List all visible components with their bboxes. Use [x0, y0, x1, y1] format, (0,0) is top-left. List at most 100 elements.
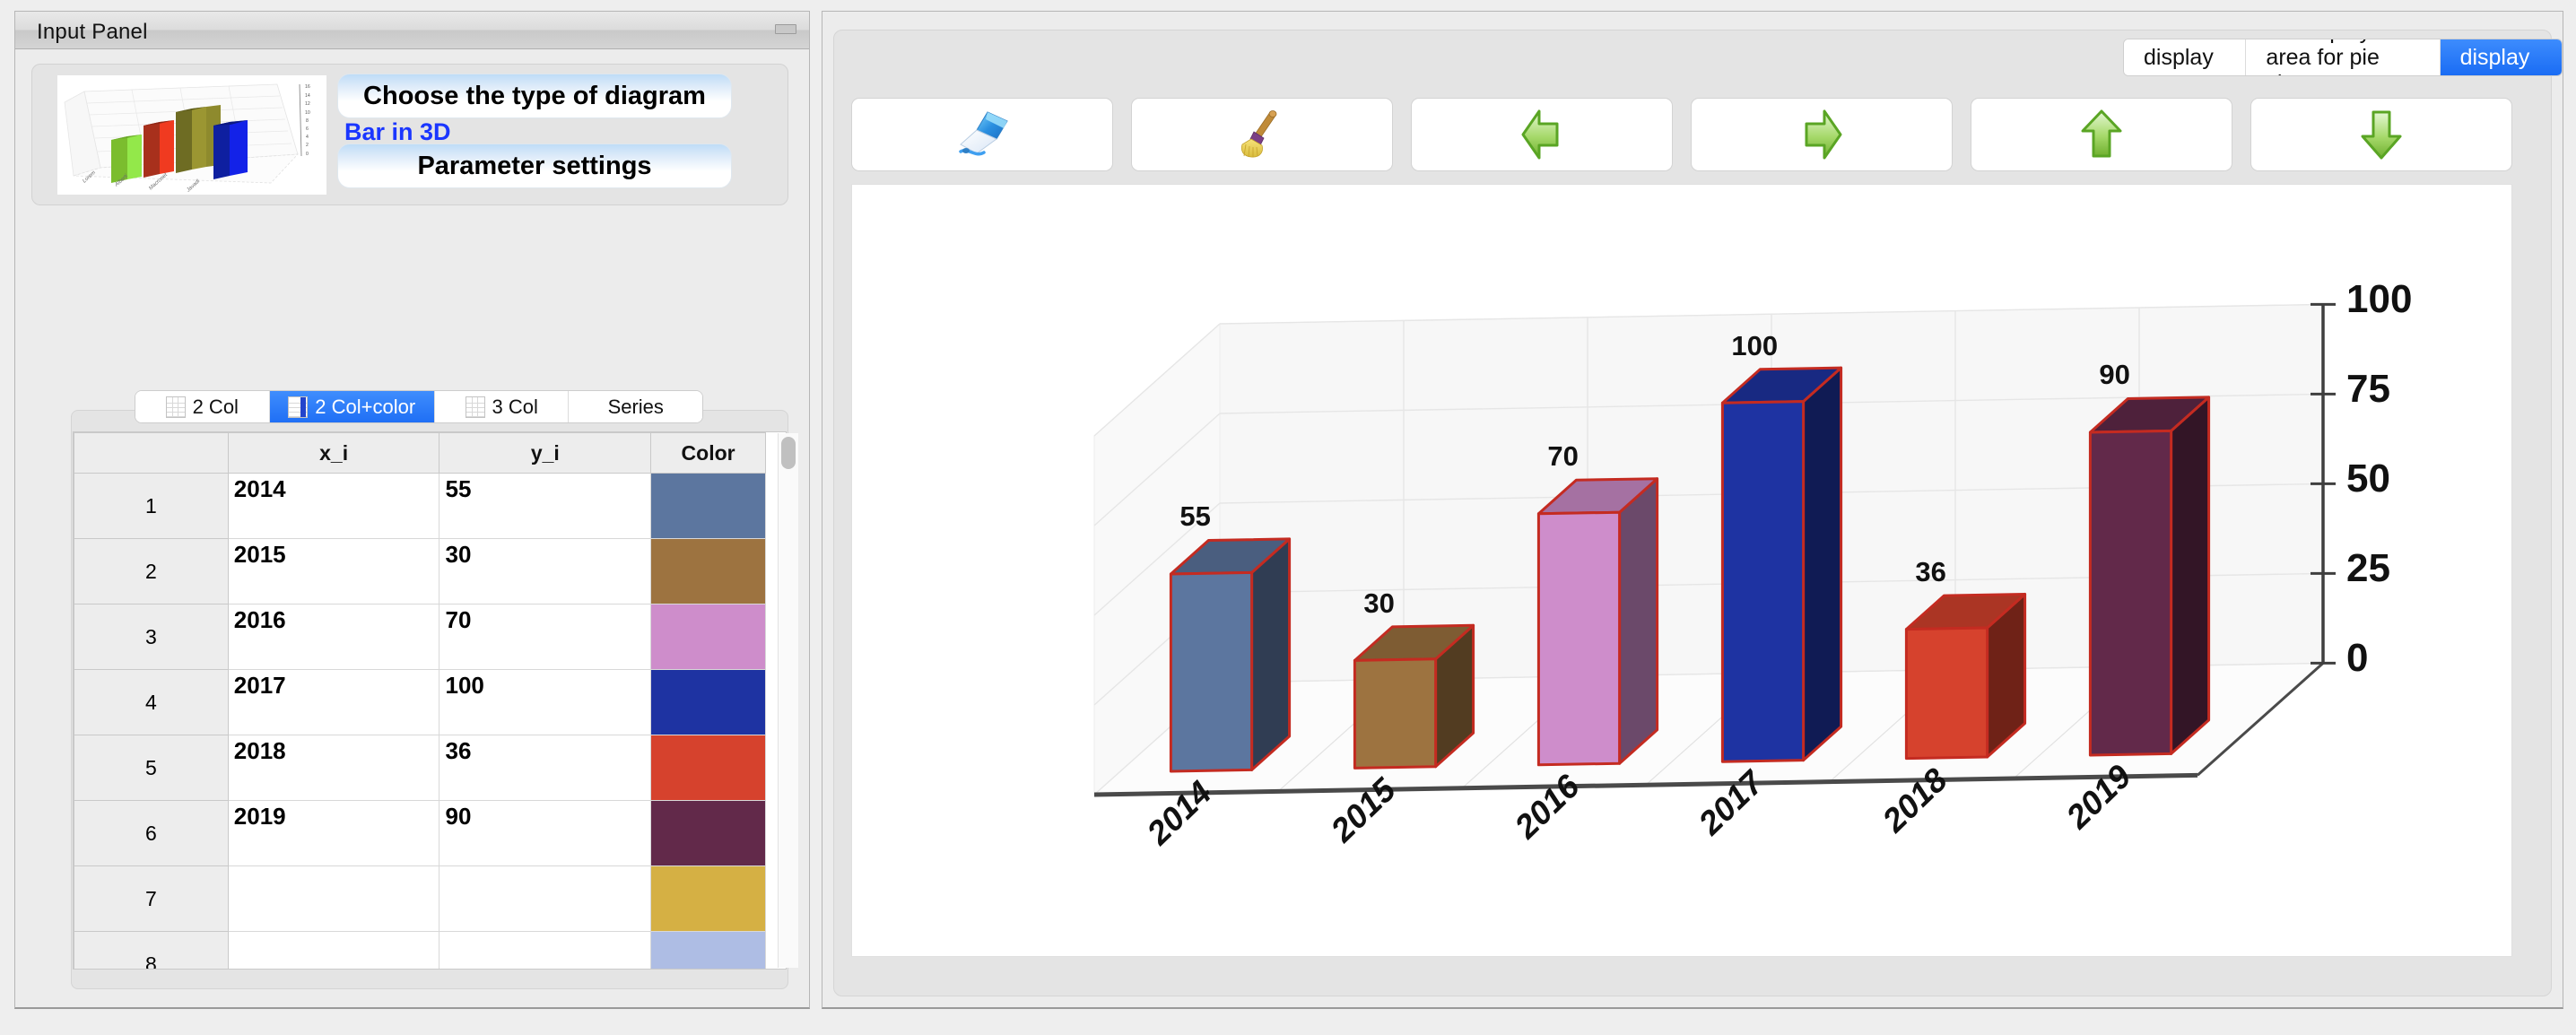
- table-row[interactable]: 4 2017 100: [74, 669, 766, 735]
- minimize-icon[interactable]: [775, 24, 796, 34]
- display-panel-window: 2D display area 2D display area for pie …: [822, 11, 2563, 1009]
- table-header-row: x_i y_i Color: [74, 432, 766, 474]
- tab-2-col[interactable]: 2 Col: [135, 391, 270, 422]
- cell-x[interactable]: [227, 931, 440, 969]
- svg-text:0: 0: [306, 152, 309, 157]
- rotate-right-button[interactable]: [1691, 98, 1953, 171]
- table-row[interactable]: 3 2016 70: [74, 604, 766, 670]
- tab-series[interactable]: Series: [569, 391, 702, 422]
- cell-color[interactable]: [650, 473, 766, 539]
- tab-3d-display-area[interactable]: 3D display area: [2440, 39, 2562, 75]
- svg-text:12: 12: [305, 101, 310, 107]
- cell-x[interactable]: 2017: [227, 669, 440, 735]
- color-swatch: [651, 932, 765, 969]
- eraser-icon: [959, 111, 1008, 156]
- parameter-settings-button[interactable]: Parameter settings: [337, 144, 732, 188]
- table-mode-tabs: 2 Col 2 Col+color 3 Col Series: [135, 390, 703, 423]
- tab-2-col-color[interactable]: 2 Col+color: [269, 391, 435, 422]
- svg-text:Javadi: Javadi: [186, 178, 202, 194]
- y-tick-label: 100: [2346, 277, 2413, 322]
- table-row[interactable]: 7: [74, 865, 766, 932]
- arrow-right-icon: [1805, 109, 1842, 160]
- row-index: 1: [74, 473, 229, 539]
- table-scrollbar[interactable]: [778, 433, 798, 968]
- rotate-down-button[interactable]: [2250, 98, 2512, 171]
- col-header-color[interactable]: Color: [650, 432, 766, 474]
- col-header-y[interactable]: y_i: [439, 432, 652, 474]
- tab-3-col-label: 3 Col: [492, 395, 538, 418]
- broom-icon: [1240, 110, 1277, 158]
- bar-value-label: 55: [1179, 500, 1211, 533]
- cell-color[interactable]: [650, 735, 766, 801]
- rotate-left-button[interactable]: [1411, 98, 1673, 171]
- svg-text:6: 6: [306, 126, 309, 132]
- cell-y[interactable]: [439, 931, 652, 969]
- tab-3-col[interactable]: 3 Col: [434, 391, 570, 422]
- bar-value-label: 30: [1363, 587, 1395, 619]
- row-index: 5: [74, 735, 229, 801]
- svg-text:10: 10: [305, 110, 310, 116]
- color-swatch: [651, 735, 765, 800]
- col-header-x[interactable]: x_i: [227, 432, 440, 474]
- svg-text:2: 2: [306, 143, 309, 148]
- cell-color[interactable]: [650, 865, 766, 932]
- bar-value-label: 70: [1547, 440, 1579, 473]
- y-tick-label: 75: [2346, 367, 2390, 412]
- color-swatch: [651, 866, 765, 931]
- cell-color[interactable]: [650, 604, 766, 670]
- input-panel-window: Input Panel 16 14 12 10 8 6 4 2 0 Lorem …: [14, 11, 810, 1009]
- cell-y[interactable]: 30: [439, 538, 652, 604]
- tab-2d-display-area[interactable]: 2D display area: [2124, 39, 2247, 75]
- tab-2d-display-area-pie[interactable]: 2D display area for pie charts: [2246, 39, 2441, 75]
- table-3col-icon: [465, 396, 485, 418]
- chart-3d-plot-area[interactable]: 55 2014 30 2015 70 2016 100 2017 36 2018 90 2019 0 25…: [851, 184, 2512, 957]
- cell-color[interactable]: [650, 669, 766, 735]
- cell-x[interactable]: 2019: [227, 800, 440, 866]
- svg-text:4: 4: [306, 135, 309, 140]
- cell-y[interactable]: 100: [439, 669, 652, 735]
- y-tick-label: 50: [2346, 457, 2390, 501]
- cell-y[interactable]: [439, 865, 652, 932]
- eraser-button[interactable]: [851, 98, 1113, 171]
- diagram-type-group: 16 14 12 10 86 42 0 Lorem Alberti Macronet…: [31, 64, 788, 205]
- row-index: 8: [74, 931, 229, 969]
- table-row[interactable]: 1 2014 55: [74, 473, 766, 539]
- data-table-container: x_i y_i Color 1 2014 55 2 2015 30 3 2016 70 4 2017…: [73, 431, 787, 970]
- arrow-up-icon: [2081, 109, 2122, 158]
- bar-3d-thumbnail[interactable]: 16 14 12 10 86 42 0 Lorem Alberti Macronet…: [57, 75, 326, 195]
- table-row[interactable]: 2 2015 30: [74, 538, 766, 604]
- tab-2-col-color-label: 2 Col+color: [315, 395, 416, 418]
- tab-2-col-label: 2 Col: [192, 395, 239, 418]
- cell-color[interactable]: [650, 538, 766, 604]
- cell-y[interactable]: 55: [439, 473, 652, 539]
- y-tick-label: 0: [2346, 636, 2369, 681]
- choose-diagram-type-button[interactable]: Choose the type of diagram: [337, 74, 732, 118]
- broom-button[interactable]: [1131, 98, 1393, 171]
- table-scrollbar-thumb[interactable]: [781, 437, 796, 469]
- table-row[interactable]: 5 2018 36: [74, 735, 766, 801]
- cell-x[interactable]: 2018: [227, 735, 440, 801]
- cell-x[interactable]: 2015: [227, 538, 440, 604]
- svg-text:16: 16: [305, 84, 310, 90]
- y-tick-label: 25: [2346, 546, 2390, 591]
- row-index: 2: [74, 538, 229, 604]
- cell-x[interactable]: 2016: [227, 604, 440, 670]
- cell-y[interactable]: 70: [439, 604, 652, 670]
- col-header-index[interactable]: [74, 432, 229, 474]
- cell-color[interactable]: [650, 800, 766, 866]
- arrow-left-icon: [1521, 109, 1559, 160]
- data-table: x_i y_i Color 1 2014 55 2 2015 30 3 2016 70 4 2017…: [74, 432, 766, 969]
- color-swatch: [651, 670, 765, 735]
- rotate-up-button[interactable]: [1971, 98, 2232, 171]
- arrow-down-icon: [2361, 110, 2402, 160]
- selected-chart-type-label: Bar in 3D: [344, 117, 451, 145]
- cell-y[interactable]: 90: [439, 800, 652, 866]
- cell-x[interactable]: 2014: [227, 473, 440, 539]
- row-index: 7: [74, 865, 229, 932]
- row-index: 4: [74, 669, 229, 735]
- cell-color[interactable]: [650, 931, 766, 969]
- cell-y[interactable]: 36: [439, 735, 652, 801]
- cell-x[interactable]: [227, 865, 440, 932]
- table-row[interactable]: 6 2019 90: [74, 800, 766, 866]
- table-row[interactable]: 8: [74, 931, 766, 969]
